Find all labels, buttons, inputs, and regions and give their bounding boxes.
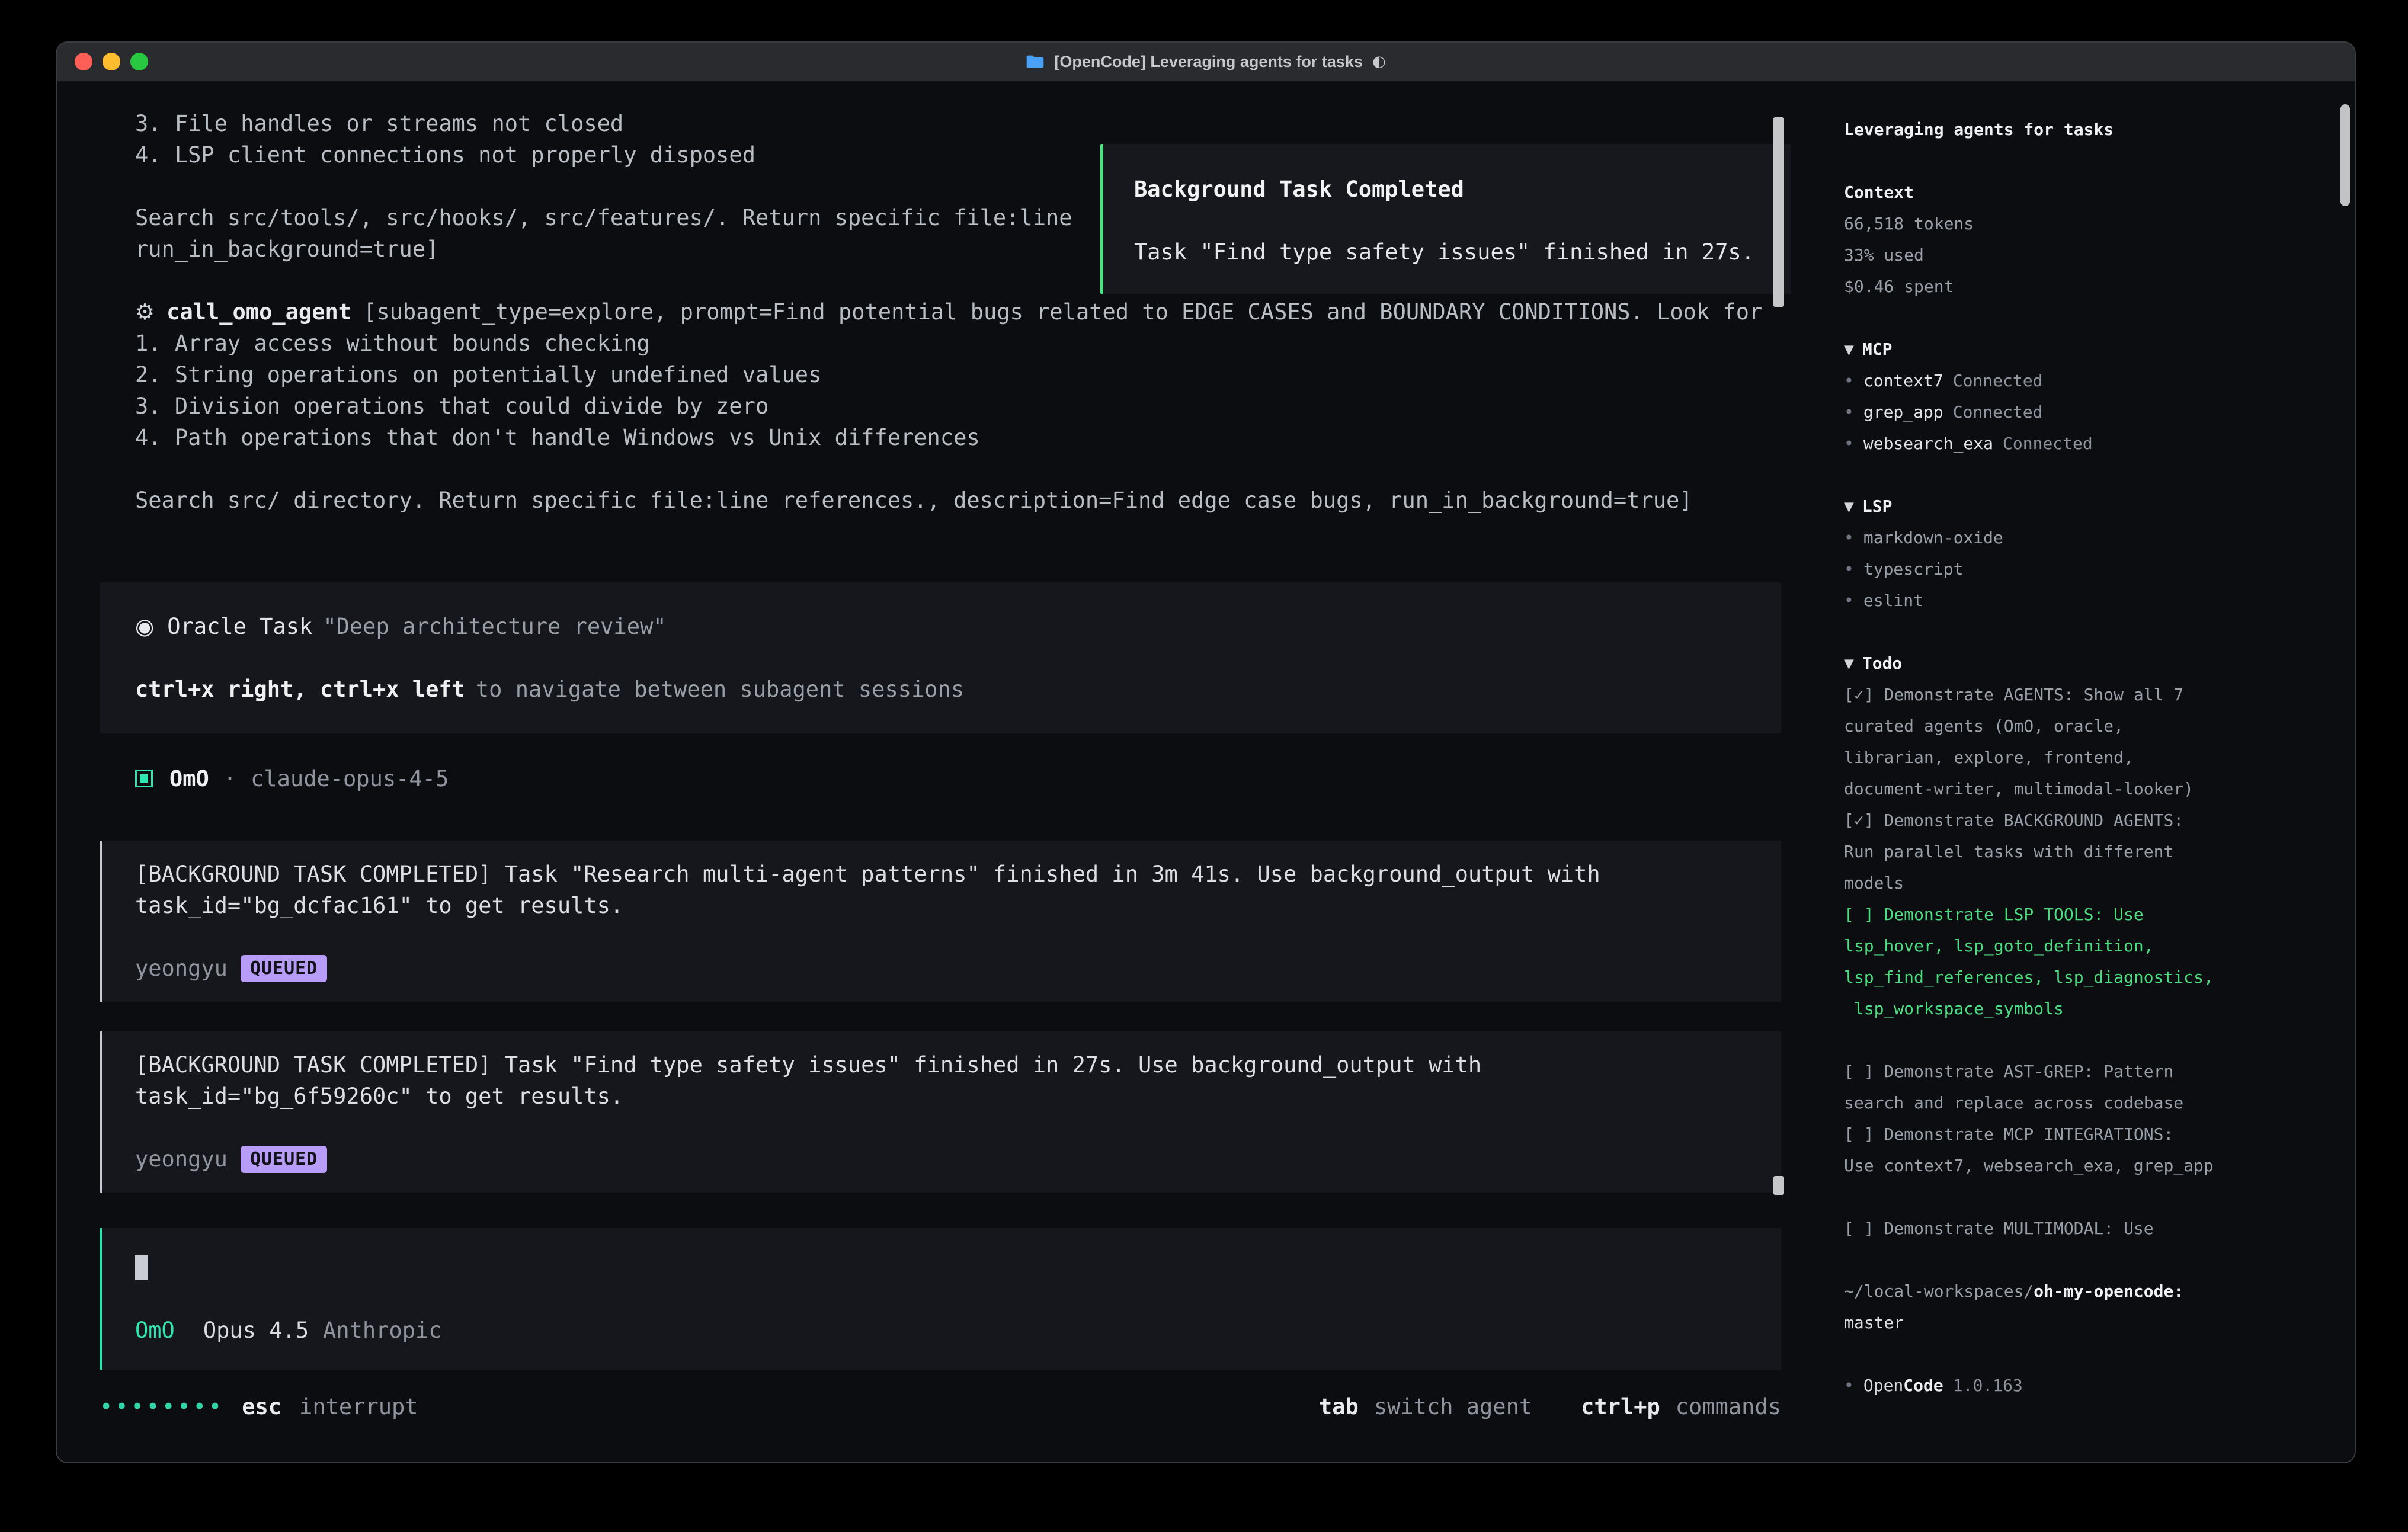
window-title: [OpenCode] Leveraging agents for tasks	[1054, 53, 1363, 71]
tool-call-tail: Search src/ directory. Return specific f…	[100, 485, 1781, 516]
subagent-nav-hint: ctrl+x right, ctrl+x leftto navigate bet…	[135, 674, 1746, 705]
oracle-task-title: ◉Oracle Task"Deep architecture review"	[135, 611, 1746, 642]
text-cursor	[135, 1255, 148, 1280]
chevron-down-icon: ▼	[1844, 653, 1854, 673]
bullet-icon: •	[1844, 371, 1854, 390]
bullet-icon: •	[1844, 402, 1854, 422]
context-spent: $0.46 spent	[1844, 271, 2326, 302]
message-author: yeongyu	[135, 953, 228, 984]
tool-call-name: call_omo_agent	[166, 299, 351, 325]
terminal-line	[100, 453, 1781, 485]
todo-item-lsp-tools: [ ] Demonstrate LSP TOOLS: Use lsp_hover…	[1844, 899, 2326, 1024]
folder-icon	[1026, 54, 1045, 69]
tool-call-args: [subagent_type=explore, prompt=Find pote…	[363, 299, 1762, 325]
message-meta: yeongyu QUEUED	[135, 953, 1746, 984]
record-icon: ◉	[135, 614, 154, 639]
tool-prompt-item: 3. Division operations that could divide…	[100, 390, 1781, 422]
esc-key-hint: esc	[242, 1391, 281, 1422]
message-background-task-1: [BACKGROUND TASK COMPLETED] Task "Resear…	[100, 841, 1781, 1002]
terminal-pane: 3. File handles or streams not closed 4.…	[57, 82, 1824, 1462]
background-task-toast: Background Task Completed Task "Find typ…	[1100, 144, 1791, 294]
lsp-section-header: ▼LSP	[1844, 491, 2326, 522]
spinner-dots: ••••••••	[100, 1391, 224, 1422]
ctrlp-key-hint: ctrl+p	[1581, 1391, 1660, 1422]
sidebar-scrollbar-thumb[interactable]	[2340, 104, 2350, 206]
window-controls	[75, 43, 148, 81]
workspace-branch: master	[1844, 1307, 2326, 1338]
toast-body: Task "Find type safety issues" finished …	[1134, 236, 1791, 268]
agent-section-header: OmO·claude-opus-4-5	[100, 763, 1781, 794]
todo-section-header: ▼Todo	[1844, 648, 2326, 679]
tool-prompt-item: 2. String operations on potentially unde…	[100, 359, 1781, 390]
message-author: yeongyu	[135, 1143, 228, 1175]
mcp-item: •grep_appConnected	[1844, 396, 2326, 428]
input-line	[135, 1252, 1746, 1283]
close-button[interactable]	[75, 53, 92, 70]
bullet-icon: •	[1844, 434, 1854, 453]
titlebar: [OpenCode] Leveraging agents for tasks ◐	[57, 43, 2355, 82]
zoom-button[interactable]	[130, 53, 148, 70]
tool-call-line: ⚙ call_omo_agent [subagent_type=explore, p…	[100, 296, 1781, 328]
lsp-item: •markdown-oxide	[1844, 522, 2326, 553]
version-info: •OpenCode1.0.163	[1844, 1370, 2326, 1401]
tab-key-hint: tab	[1319, 1391, 1359, 1422]
message-text: [BACKGROUND TASK COMPLETED] Task "Resear…	[135, 858, 1746, 921]
bullet-icon: •	[1844, 528, 1854, 547]
queued-badge: QUEUED	[241, 1146, 327, 1173]
session-title: Leveraging agents for tasks	[1844, 114, 2326, 145]
bullet-icon: •	[1844, 591, 1854, 610]
queued-badge: QUEUED	[241, 955, 327, 982]
toast-title: Background Task Completed	[1134, 174, 1791, 205]
input-model-line: OmOOpus 4.5Anthropic	[135, 1315, 1746, 1346]
todo-item-background-agents: [✓] Demonstrate BACKGROUND AGENTS: Run p…	[1844, 805, 2326, 899]
lsp-item: •typescript	[1844, 553, 2326, 585]
mcp-item: •context7Connected	[1844, 365, 2326, 396]
terminal-line: 3. File handles or streams not closed	[100, 108, 1781, 139]
chat-scrollbar-thumb[interactable]	[1773, 1176, 1784, 1195]
chevron-down-icon: ▼	[1844, 496, 1854, 516]
gear-icon: ⚙	[135, 299, 155, 325]
app-window: [OpenCode] Leveraging agents for tasks◐ …	[57, 43, 2355, 1462]
mcp-item: •websearch_exaConnected	[1844, 428, 2326, 459]
todo-item-ast-grep: [ ] Demonstrate AST-GREP: Pattern search…	[1844, 1056, 2326, 1118]
bullet-icon: •	[1844, 559, 1854, 579]
mcp-section-header: ▼MCP	[1844, 334, 2326, 365]
oracle-task-box: ◉Oracle Task"Deep architecture review" c…	[100, 582, 1781, 733]
todo-item-mcp-integrations: [ ] Demonstrate MCP INTEGRATIONS: Use co…	[1844, 1118, 2326, 1181]
main-scrollbar-thumb[interactable]	[1773, 117, 1784, 307]
window-title-group: [OpenCode] Leveraging agents for tasks ◐	[1026, 53, 1385, 71]
tab-key-label: switch agent	[1374, 1391, 1532, 1422]
bullet-icon: •	[1844, 1376, 1854, 1395]
tool-prompt-item: 4. Path operations that don't handle Win…	[100, 422, 1781, 453]
context-tokens: 66,518 tokens	[1844, 208, 2326, 239]
sidebar-pane: Leveraging agents for tasks Context 66,5…	[1824, 82, 2355, 1462]
ctrlp-key-label: commands	[1676, 1391, 1781, 1422]
chevron-down-icon: ▼	[1844, 339, 1854, 359]
spinner-icon: ◐	[1372, 53, 1386, 70]
agent-checkbox-icon	[135, 770, 153, 787]
workspace-path: ~/local-workspaces/oh-my-opencode:	[1844, 1275, 2326, 1307]
tool-prompt-item: 1. Array access without bounds checking	[100, 328, 1781, 359]
todo-item-multimodal: [ ] Demonstrate MULTIMODAL: Use	[1844, 1213, 2326, 1244]
lsp-item: •eslint	[1844, 585, 2326, 616]
context-used: 33% used	[1844, 239, 2326, 271]
message-background-task-2: [BACKGROUND TASK COMPLETED] Task "Find t…	[100, 1031, 1781, 1193]
statusbar: •••••••• esc interrupt tab switch agent …	[100, 1391, 1781, 1422]
message-text: [BACKGROUND TASK COMPLETED] Task "Find t…	[135, 1049, 1746, 1112]
todo-item-agents: [✓] Demonstrate AGENTS: Show all 7 curat…	[1844, 679, 2326, 805]
esc-key-label: interrupt	[299, 1391, 418, 1422]
prompt-input[interactable]: OmOOpus 4.5Anthropic	[100, 1228, 1781, 1370]
context-header: Context	[1844, 177, 2326, 208]
minimize-button[interactable]	[103, 53, 120, 70]
message-meta: yeongyu QUEUED	[135, 1143, 1746, 1175]
